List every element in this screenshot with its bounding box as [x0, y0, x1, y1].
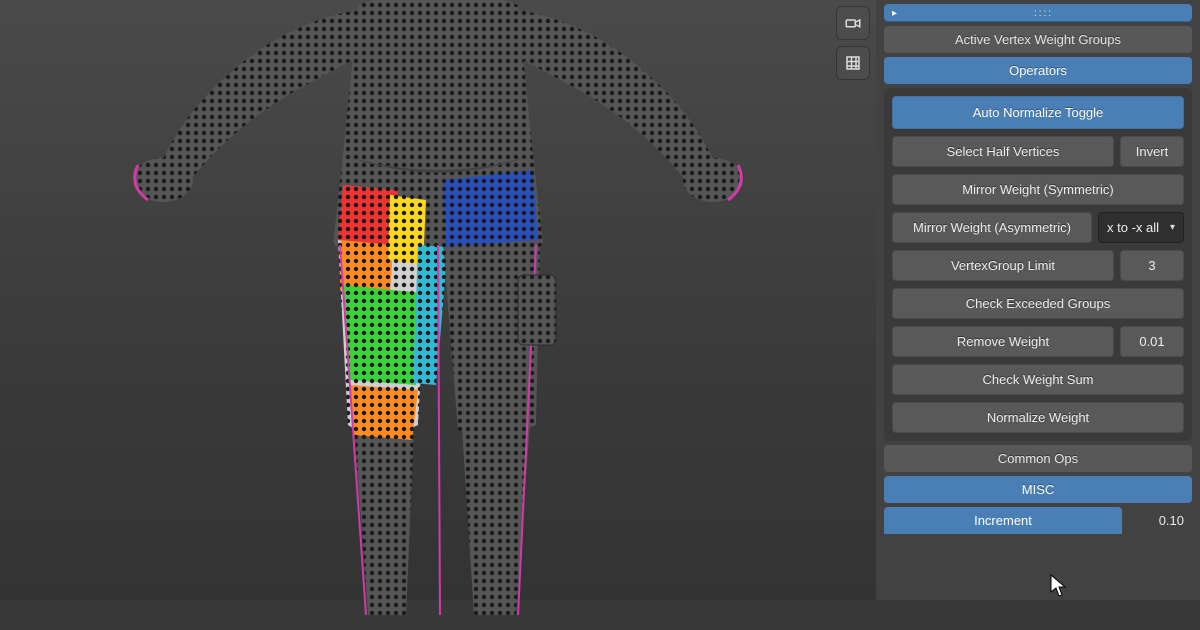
viewport-shading-button[interactable] — [836, 46, 870, 80]
mirror-weight-symmetric-button[interactable]: Mirror Weight (Symmetric) — [892, 174, 1184, 205]
check-weight-sum-button[interactable]: Check Weight Sum — [892, 364, 1184, 395]
expand-icon: ▸ — [892, 8, 897, 19]
vertex-group-limit-value[interactable]: 3 — [1120, 250, 1184, 281]
check-exceeded-groups-button[interactable]: Check Exceeded Groups — [892, 288, 1184, 319]
remove-weight-button[interactable]: Remove Weight — [892, 326, 1114, 357]
normalize-weight-button[interactable]: Normalize Weight — [892, 402, 1184, 433]
viewport-camera-button[interactable] — [836, 6, 870, 40]
section-misc[interactable]: MISC — [884, 476, 1192, 503]
mirror-axis-dropdown[interactable]: x to -x all ▾ — [1098, 212, 1184, 243]
remove-weight-value[interactable]: 0.01 — [1120, 326, 1184, 357]
mirror-axis-value: x to -x all — [1107, 220, 1159, 235]
increment-button[interactable]: Increment — [884, 507, 1122, 534]
chevron-down-icon: ▾ — [1170, 222, 1175, 233]
section-active-vertex-weight-groups[interactable]: Active Vertex Weight Groups — [884, 26, 1192, 53]
mirror-weight-asymmetric-button[interactable]: Mirror Weight (Asymmetric) — [892, 212, 1092, 243]
side-panel: ▸ :::: Active Vertex Weight Groups Opera… — [876, 0, 1200, 600]
3d-viewport[interactable] — [0, 0, 876, 600]
character-mesh — [88, 0, 788, 625]
auto-normalize-toggle-button[interactable]: Auto Normalize Toggle — [892, 96, 1184, 129]
vertex-group-limit-button[interactable]: VertexGroup Limit — [892, 250, 1114, 281]
section-operators[interactable]: Operators — [884, 57, 1192, 84]
footer-row: Increment 0.10 — [884, 507, 1192, 534]
drag-grip-icon: :::: — [903, 8, 1184, 19]
invert-button[interactable]: Invert — [1120, 136, 1184, 167]
operators-group: Auto Normalize Toggle Select Half Vertic… — [884, 88, 1192, 441]
select-half-vertices-button[interactable]: Select Half Vertices — [892, 136, 1114, 167]
increment-value[interactable]: 0.10 — [1128, 507, 1192, 534]
panel-drag-header[interactable]: ▸ :::: — [884, 4, 1192, 22]
section-common-ops[interactable]: Common Ops — [884, 445, 1192, 472]
